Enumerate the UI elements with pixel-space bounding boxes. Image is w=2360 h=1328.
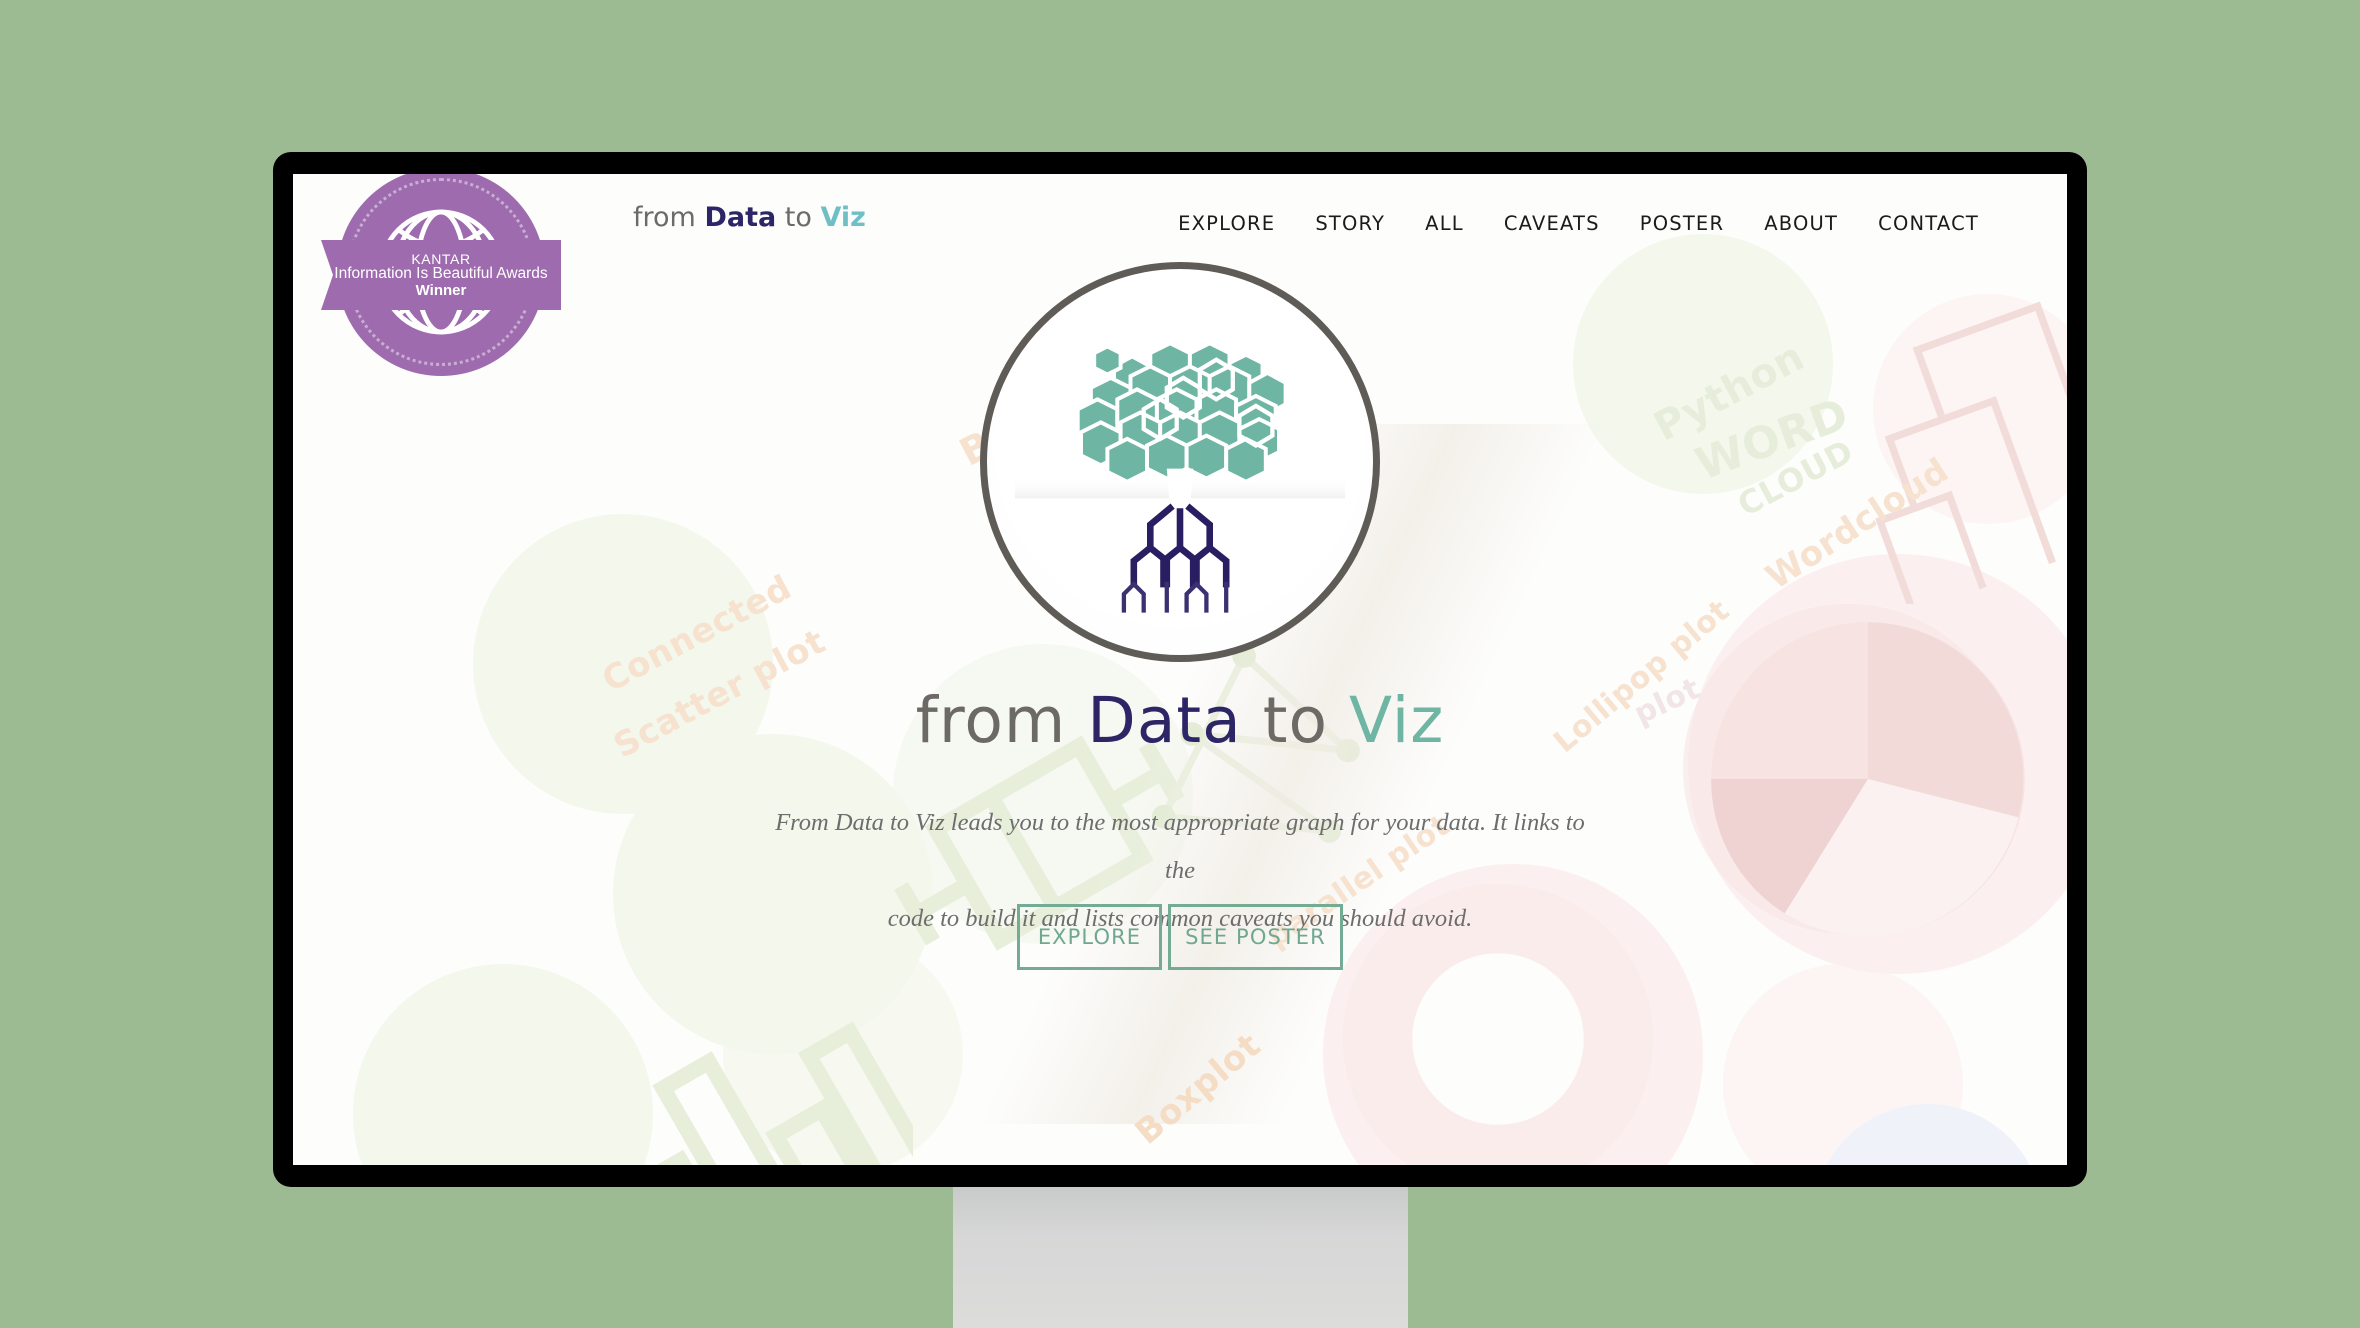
hero-cta-row: EXPLORE SEE POSTER [1017, 904, 1343, 970]
award-badge-line1: KANTAR [411, 250, 471, 267]
site-header: KANTAR Information Is Beautiful Awards W… [293, 174, 2067, 372]
award-badge-line3: Winner [415, 281, 467, 299]
main-navigation: EXPLORE STORY ALL CAVEATS POSTER ABOUT C… [1178, 212, 1979, 235]
hero-tagline-line1: From Data to Viz leads you to the most a… [775, 809, 1585, 884]
award-badge-ribbon: KANTAR Information Is Beautiful Awards W… [321, 240, 561, 310]
nav-item-all[interactable]: ALL [1425, 212, 1464, 235]
explore-button[interactable]: EXPLORE [1017, 904, 1162, 970]
nav-item-explore[interactable]: EXPLORE [1178, 212, 1275, 235]
data-tree-logo [980, 262, 1380, 662]
header-logo-to: to [784, 202, 812, 233]
nav-item-about[interactable]: ABOUT [1764, 212, 1838, 235]
header-logo[interactable]: from Data to Viz [633, 202, 866, 233]
header-logo-from: from [633, 202, 696, 233]
nav-item-caveats[interactable]: CAVEATS [1504, 212, 1600, 235]
header-logo-data: Data [704, 202, 777, 233]
header-logo-viz: Viz [820, 202, 866, 233]
nav-item-contact[interactable]: CONTACT [1878, 212, 1979, 235]
browser-screen: Bubble plotConnectedScatter plotWordclou… [293, 174, 2067, 1165]
monitor-frame: Bubble plotConnectedScatter plotWordclou… [273, 152, 2087, 1187]
nav-item-story[interactable]: STORY [1315, 212, 1385, 235]
tree-icon [1015, 340, 1345, 613]
hero-title-viz: Viz [1349, 684, 1445, 757]
monitor-stand [953, 1187, 1408, 1328]
award-badge[interactable]: KANTAR Information Is Beautiful Awards W… [321, 174, 563, 392]
hero-title-from: from [915, 684, 1067, 757]
see-poster-button[interactable]: SEE POSTER [1168, 904, 1343, 970]
hero-title: from Data to Viz [916, 684, 1445, 757]
hero-title-to: to [1262, 684, 1329, 757]
hero-title-data: Data [1087, 684, 1242, 757]
nav-item-poster[interactable]: POSTER [1640, 212, 1724, 235]
award-badge-line2: Information Is Beautiful Awards [334, 265, 548, 283]
